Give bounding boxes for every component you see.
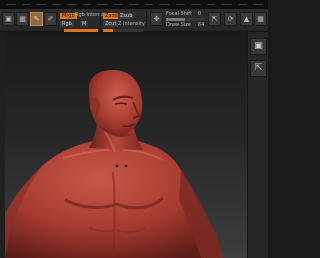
m-button[interactable]: M: [80, 21, 89, 27]
edit-mode-icon: ✎: [33, 14, 40, 23]
right-shelf: ▣ ⇱: [247, 32, 268, 258]
menu-item[interactable]: [207, 4, 215, 5]
ear: [90, 97, 100, 115]
move-mode-icon: ✥: [153, 14, 160, 23]
draw-size-value: 64: [198, 22, 205, 28]
perspective-icon: ▲: [243, 14, 250, 23]
focal-shift-fill: [166, 18, 185, 21]
projection-master-icon: ▣: [5, 14, 12, 23]
sculpt-viewport[interactable]: [5, 32, 247, 258]
menu-item[interactable]: [97, 4, 108, 5]
menu-item[interactable]: [22, 4, 30, 5]
menu-item[interactable]: [129, 4, 139, 5]
top-toolbar: ▣ ▦ ✎ ✐ Mrgb Rgb M Rgb Intensity Zadd Zs…: [0, 9, 268, 32]
clay-bust: [5, 70, 223, 258]
menu-bar: [0, 0, 268, 9]
z-intensity-label: Z Intensity: [118, 21, 145, 27]
scale-mode-icon: ⇱: [211, 14, 218, 23]
projection-master-button[interactable]: ▣: [2, 12, 15, 26]
focal-shift-slider[interactable]: [166, 18, 204, 21]
bpr-button[interactable]: ▣: [250, 38, 267, 55]
toolbar-divider: [146, 11, 147, 28]
draw-mode-icon: ✐: [47, 14, 54, 23]
menu-item[interactable]: [159, 4, 170, 5]
dynamic-perspective-button[interactable]: ▲: [240, 12, 253, 26]
menu-item[interactable]: [191, 4, 201, 5]
menu-item[interactable]: [6, 4, 16, 5]
bpr-icon: ▣: [254, 41, 263, 51]
grid-icon: ▦: [257, 14, 264, 23]
rotate-mode-icon: ⟳: [227, 14, 234, 23]
scroll-button[interactable]: ⇱: [250, 60, 267, 77]
menu-item[interactable]: [36, 4, 46, 5]
lightbox-button[interactable]: ▦: [16, 12, 29, 26]
lightbox-icon: ▦: [19, 14, 26, 23]
menu-item[interactable]: [52, 4, 61, 5]
menu-item[interactable]: [238, 4, 247, 5]
menu-item[interactable]: [253, 4, 263, 5]
move-mode-button[interactable]: ✥: [150, 12, 163, 26]
zcut-button[interactable]: Zcut: [103, 21, 119, 27]
menu-item[interactable]: [67, 4, 77, 5]
rgb-button[interactable]: Rgb: [60, 21, 74, 27]
menu-item[interactable]: [221, 4, 232, 5]
scroll-icon: ⇱: [254, 63, 263, 73]
edit-mode-button[interactable]: ✎: [30, 12, 43, 26]
focal-shift-value: 0: [198, 11, 202, 17]
brush-cursor-dot: [115, 164, 119, 168]
menu-item[interactable]: [114, 4, 123, 5]
scale-mode-button[interactable]: ⇱: [208, 12, 221, 26]
menu-item[interactable]: [83, 4, 91, 5]
toolbar-divider: [100, 11, 101, 28]
floor-grid-button[interactable]: ▦: [254, 12, 267, 26]
draw-mode-button[interactable]: ✐: [44, 12, 57, 26]
rotate-mode-button[interactable]: ⟳: [224, 12, 237, 26]
zsub-button[interactable]: Zsub: [118, 13, 135, 19]
draw-size-label: Draw Size: [166, 22, 191, 28]
brush-cursor-dot: [124, 164, 128, 168]
menu-item[interactable]: [145, 4, 153, 5]
menu-item[interactable]: [176, 4, 185, 5]
focal-shift-label: Focal Shift: [166, 11, 192, 17]
